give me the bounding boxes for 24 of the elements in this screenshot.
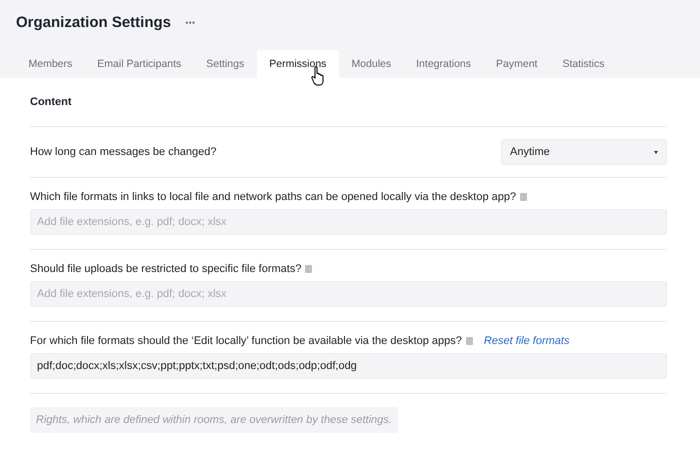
page-title: Organization Settings xyxy=(16,14,172,30)
input-field[interactable]: Add file extensions, e.g. pdf; docx; xlsx xyxy=(30,281,667,307)
tab[interactable]: Integrations xyxy=(404,50,484,78)
tab[interactable]: Modules xyxy=(338,50,404,78)
tab[interactable]: Permissions xyxy=(256,50,339,78)
tab[interactable]: Statistics xyxy=(550,50,617,78)
tab[interactable]: Email Participants xyxy=(84,50,194,78)
setting-label: For which file formats should the ‘Edit locally’ function be available via the desktop apps? xyxy=(30,335,462,347)
info-note: Rights, which are defined within rooms, are overwritten by these settings. xyxy=(30,407,398,433)
setting-label: Should file uploads be restricted to specific file formats? xyxy=(30,263,302,275)
tab[interactable]: Payment xyxy=(484,50,550,78)
tab[interactable]: Settings xyxy=(194,50,257,78)
info-icon[interactable] xyxy=(520,193,528,201)
tab[interactable]: Members xyxy=(16,50,85,78)
input-field[interactable]: Add file extensions, e.g. pdf; docx; xlsx xyxy=(30,209,667,235)
setting-label: How long can messages be changed? xyxy=(30,146,217,158)
input-field[interactable]: pdf;doc;docx;xls;xlsx;csv;ppt;pptx;txt;psd;one;odt;ods;odp;odf;odg xyxy=(30,353,667,379)
section-title: Content xyxy=(30,96,73,108)
reset-link[interactable]: Reset file formats xyxy=(484,335,570,347)
dropdown[interactable]: Anytime xyxy=(501,139,667,165)
info-icon[interactable] xyxy=(305,265,312,273)
more-options-icon[interactable]: ··· xyxy=(185,14,196,30)
setting-label: Which file formats in links to local file and network paths can be opened locally via the desktop app? xyxy=(30,191,516,203)
info-icon[interactable] xyxy=(466,337,473,345)
